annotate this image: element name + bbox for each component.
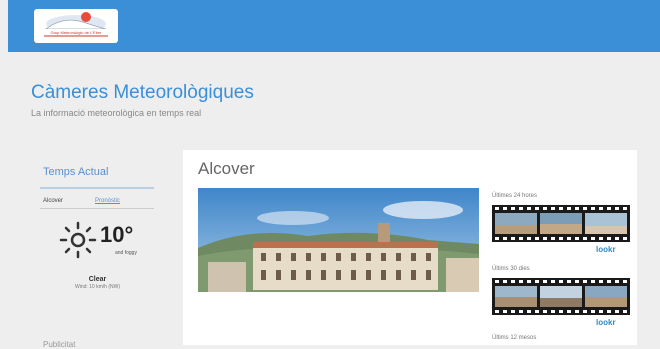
temperature-value: 10° — [100, 222, 134, 247]
camera-24h-filmstrip[interactable] — [492, 205, 630, 242]
tabs-divider — [40, 208, 154, 209]
temperature-note: and foggy — [115, 250, 137, 256]
current-weather-heading: Temps Actual — [43, 166, 109, 178]
camera-photo[interactable] — [198, 188, 479, 292]
logo-graphic — [40, 12, 112, 37]
camera-24h-label[interactable]: Últimes 24 hores — [492, 193, 537, 199]
condition-label: Clear — [88, 276, 107, 283]
lookr-brand-1[interactable]: lookr — [596, 245, 616, 254]
tab-forecast[interactable]: Pronòstic — [95, 198, 120, 204]
sun-icon — [59, 221, 97, 264]
camera-panel: Alcover Últimes 24 hores lookr Últims 30… — [183, 150, 637, 345]
camera-30d-label[interactable]: Últims 30 dies — [492, 266, 530, 272]
site-logo[interactable]: Grup Meteorològic de L'Ebre — [34, 9, 118, 43]
heading-divider — [40, 187, 154, 189]
camera-location-title: Alcover — [198, 159, 255, 178]
page-subtitle: La informació meteorològica en temps rea… — [31, 108, 202, 118]
camera-12m-label[interactable]: Últims 12 mesos — [492, 335, 536, 341]
tab-location[interactable]: Alcover — [43, 198, 63, 204]
logo-text: Grup Meteorològic de L'Ebre — [50, 30, 102, 35]
top-bar: Grup Meteorològic de L'Ebre — [8, 0, 660, 52]
camera-30d-filmstrip[interactable] — [492, 278, 630, 315]
lookr-brand-2[interactable]: lookr — [596, 318, 616, 327]
sidebar: Temps Actual Alcover Pronòstic 10° and f… — [30, 150, 160, 349]
condition-note: Wind: 10 km/h (NW) — [74, 284, 120, 290]
page-title: Càmeres Meteorològiques — [31, 82, 254, 103]
